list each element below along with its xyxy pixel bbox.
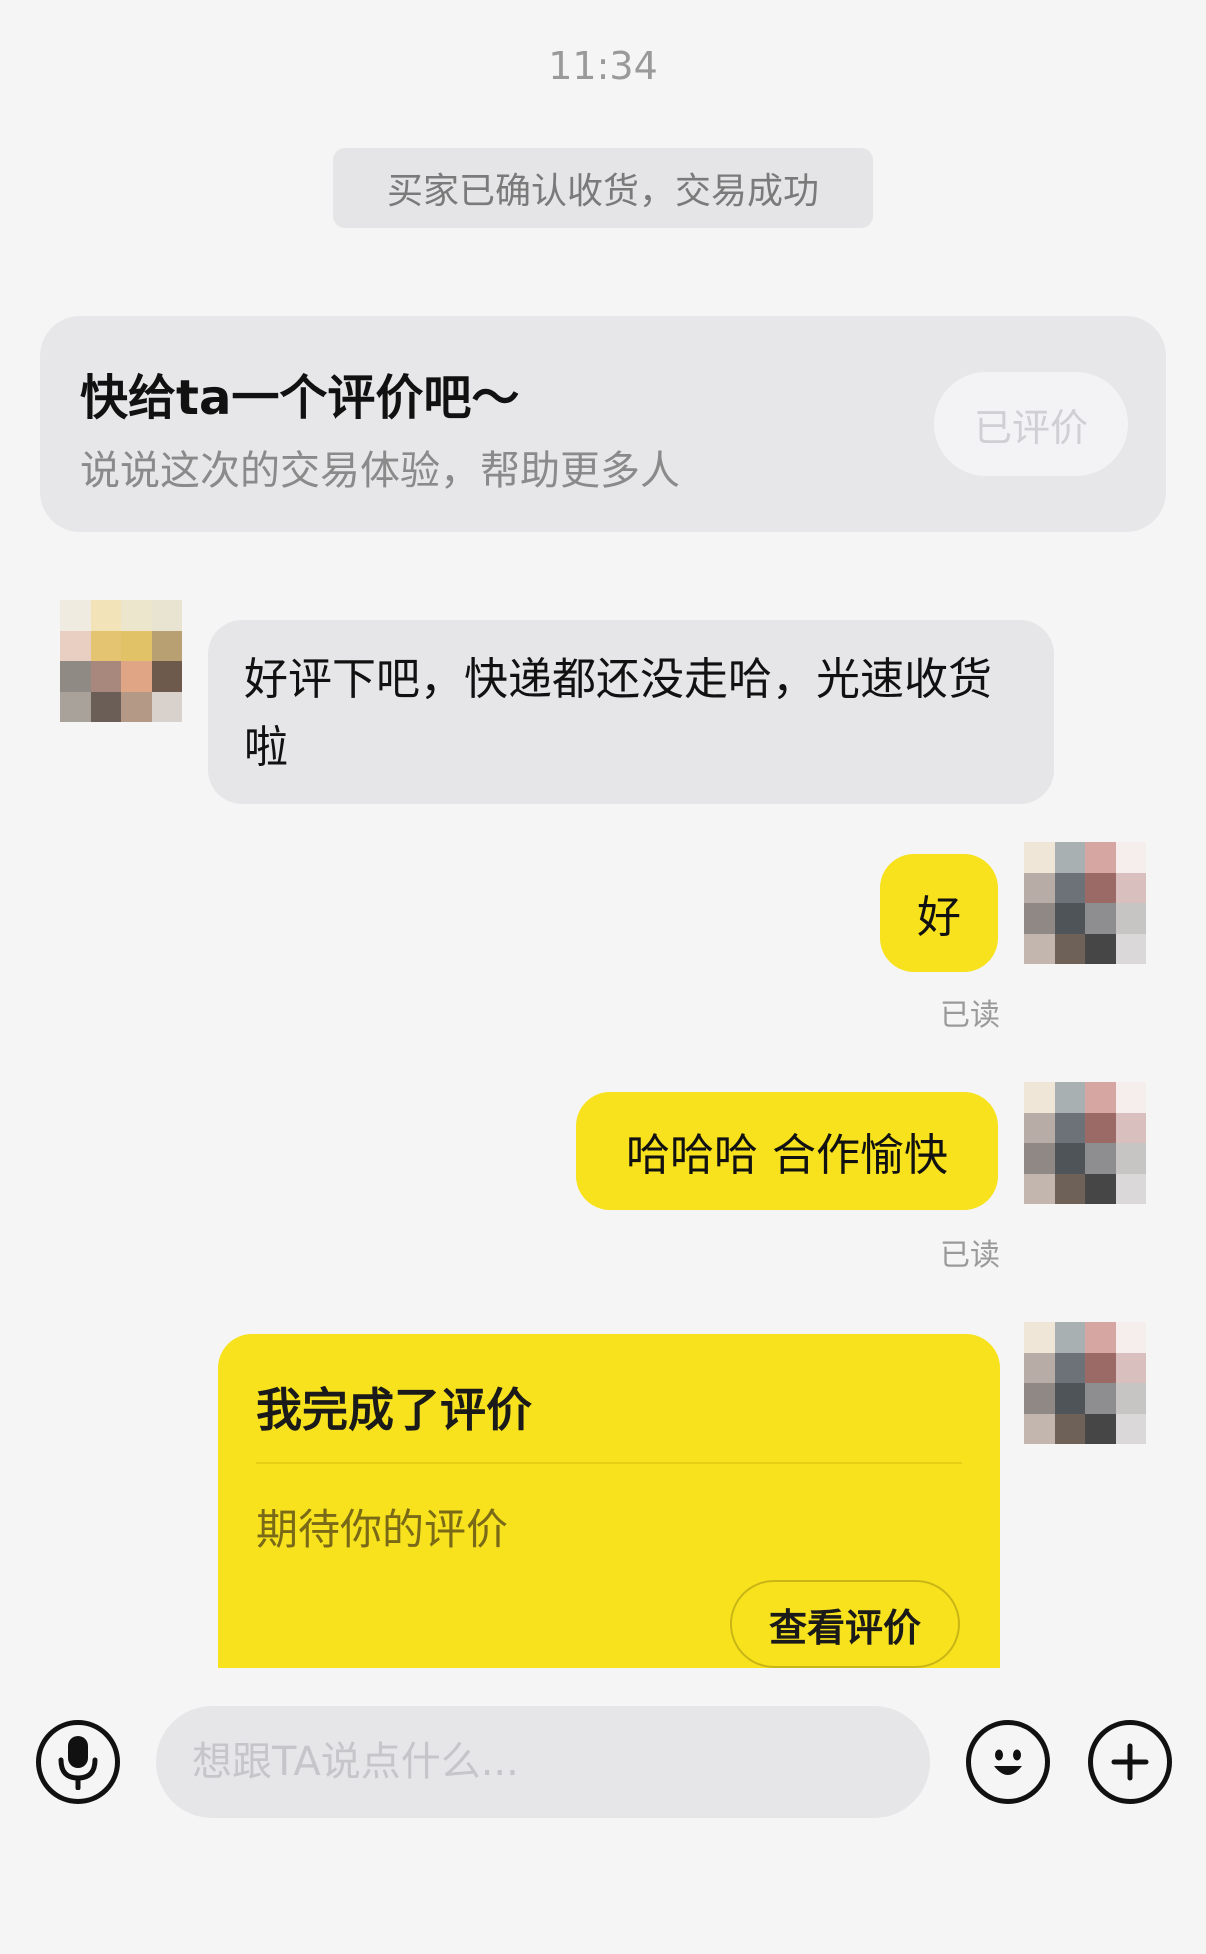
- divider: [256, 1462, 962, 1464]
- voice-button[interactable]: [36, 1720, 120, 1804]
- sent-message-bubble: 哈哈哈 合作愉快: [576, 1092, 998, 1210]
- view-evaluation-button[interactable]: 查看评价: [730, 1580, 960, 1668]
- evaluation-card-subtitle: 期待你的评价: [256, 1505, 509, 1554]
- emoji-button[interactable]: [966, 1720, 1050, 1804]
- read-receipt: 已读: [940, 1238, 1000, 1273]
- reviewed-button[interactable]: 已评价: [934, 372, 1128, 476]
- evaluation-card-title: 我完成了评价: [256, 1383, 532, 1437]
- my-avatar[interactable]: [1024, 1082, 1146, 1204]
- message-timestamp: 11:34: [548, 44, 658, 88]
- review-prompt-subtitle: 说说这次的交易体验，帮助更多人: [80, 448, 680, 494]
- sent-message-bubble: 好: [880, 854, 998, 972]
- message-input[interactable]: [156, 1706, 930, 1818]
- chat-screen: 11:34 买家已确认收货，交易成功 快给ta一个评价吧～ 说说这次的交易体验，…: [0, 0, 1206, 1954]
- received-message-bubble: 好评下吧，快递都还没走哈，光速收货啦: [208, 620, 1054, 804]
- input-bar: [0, 1680, 1206, 1954]
- more-button[interactable]: [1088, 1720, 1172, 1804]
- my-avatar[interactable]: [1024, 1322, 1146, 1444]
- system-notice: 买家已确认收货，交易成功: [333, 148, 873, 228]
- other-user-avatar[interactable]: [60, 600, 182, 722]
- review-prompt-card: 快给ta一个评价吧～ 说说这次的交易体验，帮助更多人 已评价: [40, 316, 1166, 532]
- microphone-icon: [58, 1736, 98, 1790]
- evaluation-card[interactable]: 我完成了评价 期待你的评价 查看评价: [218, 1334, 1000, 1668]
- read-receipt: 已读: [940, 998, 1000, 1033]
- smiley-icon: [994, 1749, 1022, 1775]
- my-avatar[interactable]: [1024, 842, 1146, 964]
- review-prompt-title: 快给ta一个评价吧～: [80, 370, 520, 426]
- plus-circle-icon: [1111, 1743, 1149, 1781]
